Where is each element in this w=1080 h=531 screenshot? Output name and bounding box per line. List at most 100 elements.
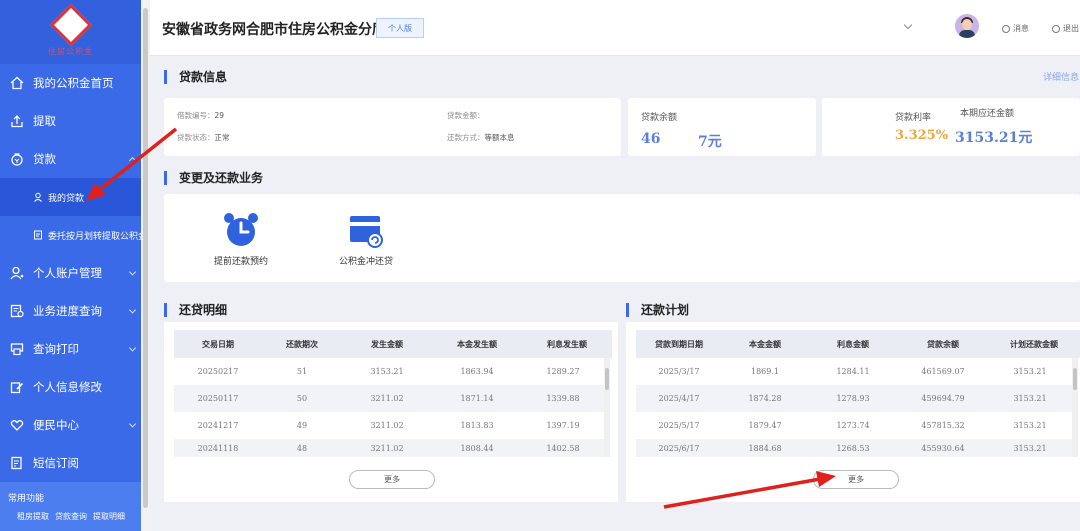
table-cell: 48 <box>296 444 308 453</box>
table-cell: 20241217 <box>197 421 239 430</box>
table-cell: 20250117 <box>197 394 239 403</box>
logout-link[interactable]: 退出 <box>1052 23 1079 34</box>
table-cell: 1808.44 <box>460 444 494 453</box>
sidebar-item-sms[interactable]: 短信订阅 <box>0 444 141 482</box>
sidebar-item-service-center[interactable]: 便民中心 <box>0 406 141 444</box>
table-row: 20241118 48 3211.02 1808.44 1402.58 <box>174 439 604 457</box>
chevron-down-icon <box>128 306 137 314</box>
balance-value-b: 7元 <box>698 134 722 150</box>
loan-balance-card: 贷款余额 46 7元 <box>628 98 816 156</box>
more-button[interactable]: 更多 <box>349 470 435 489</box>
sidebar-item-profile-edit[interactable]: 个人信息修改 <box>0 368 141 406</box>
logo: 住房公积金 <box>0 0 141 64</box>
column-header: 发生金额 <box>371 339 403 349</box>
section-title: 还贷明细 <box>179 303 228 317</box>
table-cell: 461569.07 <box>921 367 965 376</box>
detail-info-link[interactable]: 详细信息 <box>1043 70 1079 83</box>
chevron-down-icon <box>128 268 137 276</box>
version-badge[interactable]: 个人版 <box>376 18 424 38</box>
section-repay-detail: 还贷明细 <box>164 301 227 318</box>
table-cell: 1863.94 <box>460 367 494 376</box>
logo-mark <box>49 3 92 46</box>
sidebar-item-print[interactable]: 查询打印 <box>0 330 141 368</box>
upload-icon <box>10 114 24 128</box>
column-header: 贷款到期日期 <box>655 339 703 349</box>
table-cell: 2025/6/17 <box>658 444 700 453</box>
sms-icon <box>10 456 24 470</box>
top-header: 安徽省政务网合肥市住房公积金分厅 个人版 消息 退出 <box>150 0 1080 56</box>
common-link-rent-withdraw[interactable]: 租房提取 <box>17 511 49 522</box>
messages-link[interactable]: 消息 <box>1002 23 1029 34</box>
home-icon <box>10 76 24 90</box>
table-cell: 3153.21 <box>1013 421 1047 430</box>
table-cell: 1879.47 <box>748 421 782 430</box>
table-cell: 459694.79 <box>921 394 965 403</box>
due-label: 本期应还金额 <box>960 109 1015 119</box>
sidebar-scrollbar[interactable] <box>141 0 150 531</box>
logo-text: 住房公积金 <box>48 46 93 56</box>
table-cell: 1884.68 <box>748 444 782 453</box>
table-cell: 3153.21 <box>1013 367 1047 376</box>
balance-label: 贷款余额 <box>641 113 678 123</box>
print-icon <box>10 342 24 356</box>
repay-plan-card: 贷款到期日期 本金金额 利息金额 贷款余额 计划还款金额 2025/3/17 1… <box>626 322 1080 502</box>
table-cell: 49 <box>296 421 308 430</box>
loan-basic-card: 借款编号：29 贷款状态：正常 贷款金额： 还款方式：等额本息 <box>164 98 621 156</box>
fund-offset-loan[interactable]: 公积金冲还贷 <box>339 210 393 267</box>
table-row: 20250117 50 3211.02 1871.14 1339.88 <box>174 385 604 412</box>
column-header: 利息发生额 <box>547 339 587 349</box>
page-title: 安徽省政务网合肥市住房公积金分厅 <box>162 22 386 38</box>
sidebar-subitem-label: 委托按月划转提取公积金 <box>48 231 141 242</box>
more-button[interactable]: 更多 <box>813 470 899 489</box>
table-cell: 1278.93 <box>836 394 870 403</box>
document-icon <box>33 230 43 240</box>
column-header: 计划还款金额 <box>1010 339 1058 349</box>
user-loan-icon <box>33 192 43 202</box>
table-cell: 3211.02 <box>370 444 404 453</box>
table-cell: 3153.21 <box>1013 444 1047 453</box>
heart-icon <box>10 418 24 432</box>
column-header: 利息金额 <box>837 339 869 349</box>
common-link-loan-query[interactable]: 贷款查询 <box>55 511 87 522</box>
prepay-appointment[interactable]: 提前还款预约 <box>214 210 268 267</box>
table-row: 20250217 51 3153.21 1863.94 1289.27 <box>174 358 604 385</box>
table-cell: 3153.21 <box>370 367 404 376</box>
sidebar-item-home[interactable]: 我的公积金首页 <box>0 64 141 102</box>
column-header: 还款期次 <box>286 339 318 349</box>
table-cell: 1874.28 <box>748 394 782 403</box>
repay-detail-header: 交易日期 还款期次 发生金额 本金发生额 利息发生额 <box>174 330 612 358</box>
logout-label: 退出 <box>1063 24 1079 33</box>
loan-status: 贷款状态：正常 <box>177 133 230 142</box>
column-header: 交易日期 <box>202 339 234 349</box>
bell-icon <box>1002 24 1010 33</box>
chevron-down-icon <box>128 344 137 352</box>
table-cell: 20250217 <box>197 367 239 376</box>
table-cell: 1273.74 <box>836 421 870 430</box>
chevron-down-icon[interactable] <box>903 20 913 30</box>
repay-detail-card: 交易日期 还款期次 发生金额 本金发生额 利息发生额 20250217 51 3… <box>164 322 618 502</box>
sidebar-item-label: 个人账户管理 <box>33 266 102 280</box>
table-cell: 1397.19 <box>546 421 580 430</box>
scrollbar-thumb[interactable] <box>143 8 148 508</box>
table-cell: 1289.27 <box>546 367 580 376</box>
sidebar-subitem-monthly-transfer[interactable]: 委托按月划转提取公积金 <box>0 216 141 254</box>
sidebar-item-label: 个人信息修改 <box>33 380 102 394</box>
common-link-withdraw-detail[interactable]: 提取明细 <box>93 511 125 522</box>
avatar[interactable] <box>955 14 979 38</box>
prepay-appointment-label: 提前还款预约 <box>214 257 269 267</box>
table-scrollbar[interactable] <box>1072 358 1078 457</box>
table-scrollbar[interactable] <box>604 358 610 457</box>
sidebar-item-account[interactable]: 个人账户管理 <box>0 254 141 292</box>
sidebar-item-withdraw[interactable]: 提取 <box>0 102 141 140</box>
progress-icon <box>10 304 24 318</box>
table-row: 2025/3/17 1869.1 1284.11 461569.07 3153.… <box>636 358 1072 385</box>
sidebar-item-progress[interactable]: 业务进度查询 <box>0 292 141 330</box>
sidebar-item-label: 业务进度查询 <box>33 304 102 318</box>
table-cell: 50 <box>296 394 308 403</box>
sidebar-subitem-my-loan[interactable]: 我的贷款 <box>0 178 141 216</box>
section-title: 还款计划 <box>641 303 690 317</box>
due-value: 3153.21元 <box>955 130 1033 146</box>
sidebar-item-label: 查询打印 <box>33 342 79 356</box>
sidebar-item-loan[interactable]: 贷款 <box>0 140 141 178</box>
table-cell: 1284.11 <box>836 367 870 376</box>
